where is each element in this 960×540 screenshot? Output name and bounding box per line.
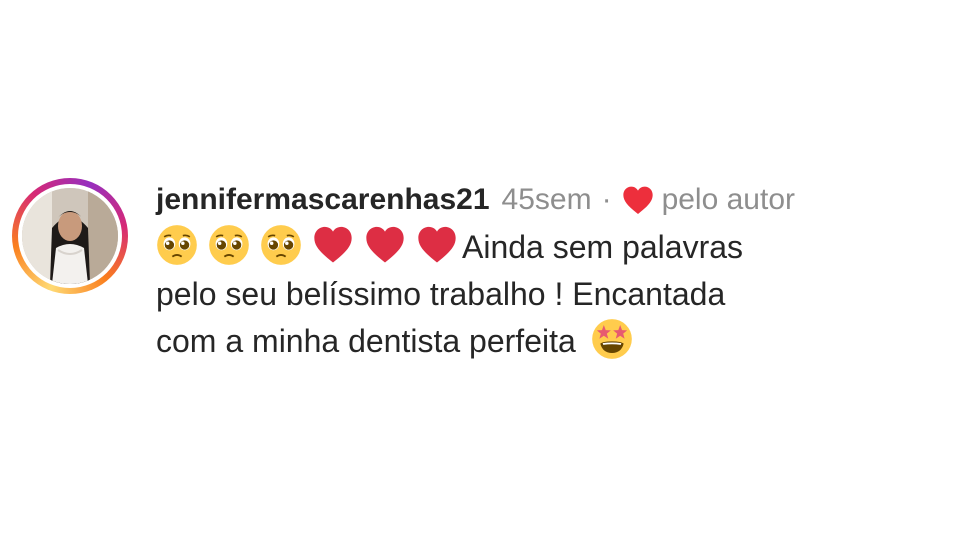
comment-text-line-2: pelo seu belíssimo trabalho ! Encantada: [156, 276, 726, 312]
red-heart-icon: [416, 224, 458, 266]
comment-content: jennifermascarenhas21 45sem · pelo autor: [156, 180, 936, 365]
avatar-story-ring[interactable]: [12, 178, 128, 294]
username[interactable]: jennifermascarenhas21: [156, 180, 490, 220]
comment-text-line-1: Ainda sem palavras: [462, 229, 744, 265]
pleading-face-icon: [208, 224, 250, 266]
avatar[interactable]: [22, 188, 118, 284]
comment-line-3: com a minha dentista perfeita: [156, 318, 936, 365]
comment-text-line-3: com a minha dentista perfeita: [156, 323, 576, 359]
red-heart-icon: [312, 224, 354, 266]
liked-by-author-label: pelo autor: [661, 183, 795, 216]
comment-line-1: Ainda sem palavras: [156, 224, 936, 271]
separator: ·: [601, 183, 612, 216]
red-heart-icon: [364, 224, 406, 266]
comment-text: Ainda sem palavras pelo seu belíssimo tr…: [156, 224, 936, 365]
pleading-face-icon: [156, 224, 198, 266]
star-struck-icon: [591, 318, 633, 360]
comment-item: jennifermascarenhas21 45sem · pelo autor: [12, 178, 952, 365]
avatar-photo: [22, 188, 118, 284]
comment-meta: jennifermascarenhas21 45sem · pelo autor: [156, 180, 936, 220]
pleading-face-icon: [260, 224, 302, 266]
timestamp[interactable]: 45sem: [502, 180, 592, 220]
heart-icon: [622, 185, 654, 215]
